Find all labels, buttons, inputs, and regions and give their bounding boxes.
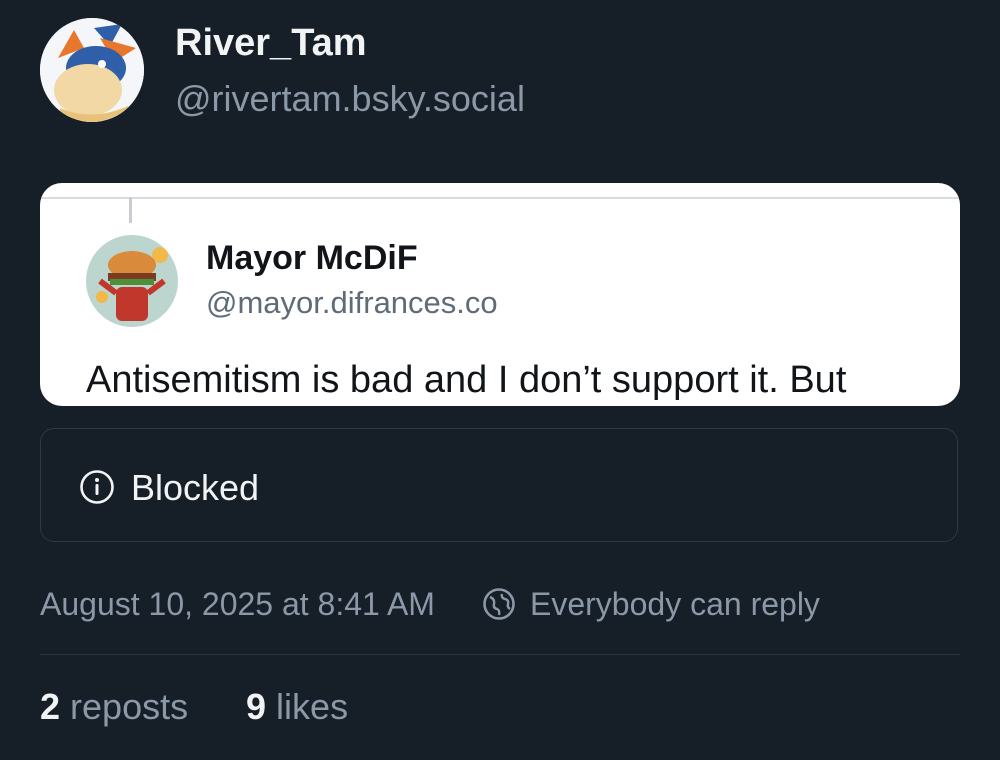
reply-setting-button[interactable]: Everybody can reply bbox=[482, 584, 820, 624]
info-icon bbox=[80, 470, 114, 504]
likes-label: likes bbox=[276, 686, 349, 727]
embedded-screenshot[interactable]: Mayor McDiF @mayor.difrances.co Antisemi… bbox=[40, 183, 960, 406]
globe-icon bbox=[483, 588, 515, 620]
embed-post-text: Antisemitism is bad and I don’t support … bbox=[86, 359, 847, 401]
embed-avatar-image bbox=[86, 235, 178, 327]
embed-divider bbox=[40, 197, 960, 199]
author-display-name[interactable]: River_Tam bbox=[175, 22, 367, 65]
likes-count: 9 bbox=[246, 686, 267, 727]
embed-thread-line bbox=[129, 197, 132, 223]
reposts-stat[interactable]: 2 reposts bbox=[40, 686, 188, 728]
stats-divider bbox=[40, 654, 960, 655]
reposts-count: 2 bbox=[40, 686, 61, 727]
post-timestamp: August 10, 2025 at 8:41 AM bbox=[40, 586, 435, 622]
blocked-quote-box[interactable]: Blocked bbox=[40, 428, 958, 542]
post-page: River_Tam @rivertam.bsky.social Mayor Mc… bbox=[0, 0, 1000, 760]
author-avatar[interactable] bbox=[40, 18, 144, 122]
reposts-label: reposts bbox=[70, 686, 189, 727]
likes-stat[interactable]: 9 likes bbox=[246, 686, 348, 728]
reply-setting-label: Everybody can reply bbox=[530, 585, 820, 622]
blocked-label: Blocked bbox=[131, 467, 260, 508]
embed-handle: @mayor.difrances.co bbox=[206, 285, 498, 320]
embed-display-name: Mayor McDiF bbox=[206, 239, 418, 277]
embed-avatar bbox=[86, 235, 178, 327]
author-avatar-image bbox=[40, 18, 144, 122]
author-handle[interactable]: @rivertam.bsky.social bbox=[175, 78, 525, 120]
